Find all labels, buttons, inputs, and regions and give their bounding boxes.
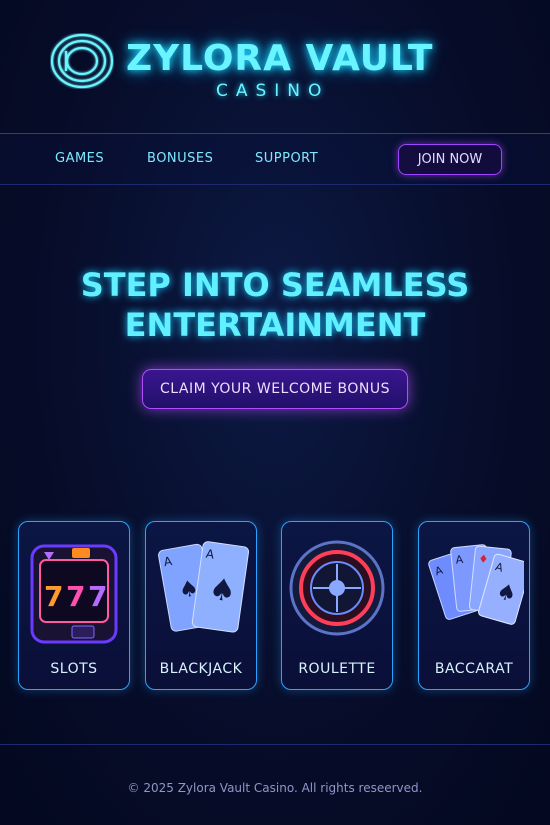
- hero-title: STEP INTO SEAMLESS ENTERTAINMENT: [0, 265, 550, 345]
- game-label-baccarat: BACCARAT: [434, 661, 514, 677]
- roulette-wheel-icon: [289, 540, 385, 636]
- svg-text:♠: ♠: [207, 571, 239, 609]
- claim-bonus-button[interactable]: CLAIM YOUR WELCOME BONUS: [142, 369, 408, 409]
- game-card-roulette[interactable]: ROULETTE: [281, 521, 393, 690]
- svg-text:7: 7: [66, 580, 85, 613]
- game-card-blackjack[interactable]: A ♠ A ♠ BLACKJACK: [145, 521, 257, 690]
- svg-text:7: 7: [44, 580, 63, 613]
- nav-item-games[interactable]: GAMES: [55, 151, 104, 166]
- main-nav: GAMES BONUSES SUPPORT JOIN NOW: [0, 133, 550, 185]
- game-card-slots[interactable]: 7 7 7 SLOTS: [18, 521, 130, 690]
- nav-item-bonuses[interactable]: BONUSES: [147, 151, 213, 166]
- playing-cards-icon: A ♠ A ♠: [158, 541, 250, 633]
- hero-title-line-2: ENTERTAINMENT: [124, 306, 426, 344]
- svg-text:♦: ♦: [478, 552, 489, 566]
- game-label-roulette: ROULETTE: [298, 661, 376, 677]
- game-card-baccarat[interactable]: A A ♦ A ♠ BACCARAT: [418, 521, 530, 690]
- card-fan-icon: A A ♦ A♠: [428, 544, 524, 625]
- slot-machine-icon: 7 7 7: [30, 544, 118, 644]
- hero-title-line-1: STEP INTO SEAMLESS: [80, 266, 470, 304]
- nav-item-support[interactable]: SUPPORT: [255, 151, 318, 166]
- footer-copyright: © 2025 Zylora Vault Casino. All rights r…: [127, 781, 423, 795]
- brand-name[interactable]: ZYLORA VAULT: [126, 38, 434, 79]
- game-label-blackjack: BLACKJACK: [159, 661, 243, 677]
- game-label-slots: SLOTS: [50, 661, 98, 677]
- brand-subtitle: CASINO: [216, 81, 330, 101]
- svg-text:7: 7: [88, 580, 107, 613]
- footer-divider: [0, 744, 550, 745]
- site-header: ZYLORA VAULT CASINO: [0, 0, 550, 133]
- join-now-button[interactable]: JOIN NOW: [398, 144, 502, 175]
- vault-ring-icon[interactable]: [50, 33, 114, 89]
